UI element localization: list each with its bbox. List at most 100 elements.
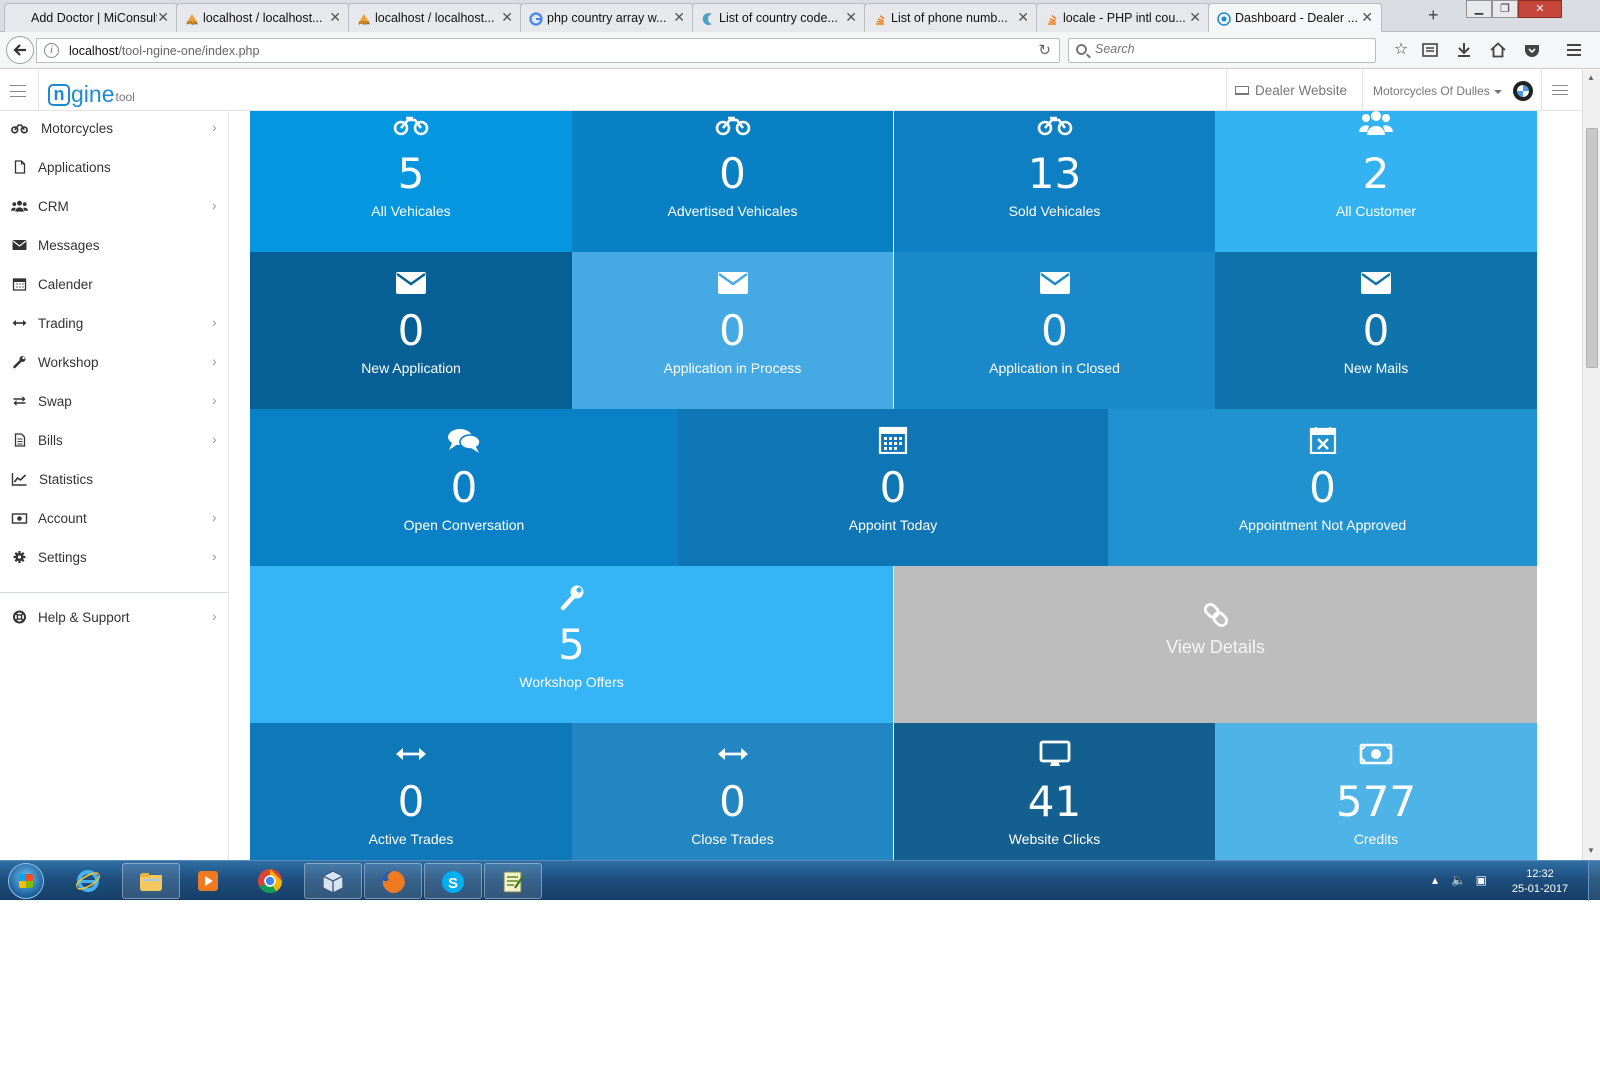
sidebar-item-account[interactable]: Account › (0, 499, 229, 538)
tab-favicon-icon (13, 12, 27, 26)
taskbar-editor[interactable] (484, 863, 542, 899)
sidebar-item-settings[interactable]: Settings › (0, 538, 229, 577)
search-bar[interactable] (1068, 38, 1376, 63)
browser-tab[interactable]: Add Doctor | MiConsulti... ✕ (4, 3, 178, 32)
taskbar-firefox[interactable] (364, 863, 422, 899)
sidebar-item-workshop[interactable]: Workshop › (0, 343, 229, 382)
chevron-right-icon: › (212, 353, 217, 369)
home-icon[interactable] (1490, 42, 1506, 58)
sidebar-item-crm[interactable]: CRM › (0, 187, 229, 226)
tile-new-mails[interactable]: 0 New Mails (1215, 252, 1537, 409)
browser-tab[interactable]: PMA localhost / localhost... ✕ (348, 3, 522, 32)
taskbar-skype[interactable]: S (424, 863, 482, 899)
browser-menu-icon[interactable] (1566, 42, 1582, 58)
tile-appoint-today[interactable]: 0 Appoint Today (678, 409, 1108, 566)
arrows-h-icon (12, 320, 27, 326)
sidebar-item-statistics[interactable]: Statistics (0, 460, 229, 499)
tile-workshop-offers[interactable]: 5 Workshop Offers (250, 566, 893, 723)
back-button[interactable] (6, 36, 34, 64)
close-tab-icon[interactable]: ✕ (1189, 9, 1201, 26)
tab-title: locale - PHP intl cou... (1063, 11, 1186, 25)
scrollbar-thumb[interactable] (1586, 128, 1598, 368)
sidebar-item-help-support[interactable]: Help & Support › (0, 598, 229, 637)
gear-icon (13, 551, 26, 563)
tile-active-trades[interactable]: 0 Active Trades (250, 723, 572, 860)
close-tab-icon[interactable]: ✕ (1361, 9, 1373, 26)
sidebar-item-bills[interactable]: Bills › (0, 421, 229, 460)
pocket-icon[interactable] (1524, 42, 1540, 58)
taskbar-media-player[interactable] (180, 863, 238, 899)
tile-credits[interactable]: 577 Credits (1215, 723, 1537, 860)
chevron-right-icon: › (212, 431, 217, 447)
url-text[interactable]: localhost/tool-ngine-one/index.php (69, 44, 259, 58)
sidebar-item-label: Bills (38, 433, 63, 448)
dealer-selector[interactable]: Motorcycles Of Dulles (1373, 84, 1502, 98)
url-bar[interactable]: i localhost/tool-ngine-one/index.php ↻ (36, 38, 1060, 63)
dealer-website-link[interactable]: Dealer Website (1235, 83, 1347, 98)
page-scrollbar[interactable]: ▲ ▼ (1582, 70, 1600, 860)
motorcycle-icon (715, 116, 750, 136)
volume-icon[interactable]: 🔈 (1451, 873, 1466, 887)
network-icon[interactable]: ▣ (1476, 873, 1487, 887)
sidebar-item-messages[interactable]: Messages (0, 226, 229, 265)
tray-expand-icon[interactable]: ▴ (1432, 873, 1438, 887)
tile-appointment-not-approved[interactable]: 0 Appointment Not Approved (1108, 409, 1537, 566)
tile-value: 0 (719, 149, 746, 198)
minimize-window-button[interactable]: ▁ (1466, 0, 1492, 18)
system-tray[interactable]: ▴ 🔈 ▣ (1432, 873, 1487, 887)
close-tab-icon[interactable]: ✕ (845, 9, 857, 26)
close-tab-icon[interactable]: ✕ (673, 9, 685, 26)
sidebar-item-motorcycles[interactable]: Motorcycles › (0, 109, 229, 148)
tile-sold-vehicales[interactable]: 13 Sold Vehicales (894, 111, 1215, 252)
restore-window-button[interactable]: ❐ (1492, 0, 1518, 18)
close-tab-icon[interactable]: ✕ (501, 9, 513, 26)
show-desktop-button[interactable] (1588, 861, 1600, 901)
right-panel-toggle-icon[interactable] (1552, 85, 1568, 95)
bookmark-star-icon[interactable]: ☆ (1390, 39, 1412, 59)
close-tab-icon[interactable]: ✕ (329, 9, 341, 26)
clock-date: 25-01-2017 (1511, 883, 1569, 895)
start-button[interactable] (8, 863, 44, 899)
reading-list-icon[interactable] (1422, 42, 1438, 58)
close-tab-icon[interactable]: ✕ (1017, 9, 1029, 26)
scroll-up-icon[interactable]: ▲ (1587, 73, 1595, 82)
tile-application-in-closed[interactable]: 0 Application in Closed (894, 252, 1215, 409)
scroll-down-icon[interactable]: ▼ (1587, 846, 1595, 855)
new-tab-button[interactable]: + (1428, 5, 1439, 26)
taskbar-virtualbox[interactable] (304, 863, 362, 899)
tile-all-vehicales[interactable]: 5 All Vehicales (250, 111, 572, 252)
tile-open-conversation[interactable]: 0 Open Conversation (250, 409, 678, 566)
taskbar-explorer[interactable] (122, 863, 180, 899)
close-window-button[interactable]: ✕ (1518, 0, 1562, 18)
sidebar-item-applications[interactable]: Applications (0, 148, 229, 187)
close-tab-icon[interactable]: ✕ (157, 9, 169, 26)
download-icon[interactable] (1456, 42, 1472, 58)
browser-tab[interactable]: PMA localhost / localhost... ✕ (176, 3, 350, 32)
sidebar-item-calender[interactable]: Calender (0, 265, 229, 304)
tile-application-in-process[interactable]: 0 Application in Process (572, 252, 893, 409)
taskbar-clock[interactable]: 12:32 25-01-2017 (1500, 867, 1580, 897)
bmw-logo-icon[interactable] (1513, 81, 1533, 101)
tile-advertised-vehicales[interactable]: 0 Advertised Vehicales (572, 111, 893, 252)
taskbar-ie[interactable] (60, 863, 118, 899)
sidebar-item-swap[interactable]: Swap › (0, 382, 229, 421)
app-logo[interactable]: n gine tool (48, 76, 135, 106)
tile-close-trades[interactable]: 0 Close Trades (572, 723, 893, 860)
comments-icon (448, 429, 481, 453)
search-input[interactable] (1095, 42, 1365, 56)
browser-tab[interactable]: locale - PHP intl cou... ✕ (1036, 3, 1210, 32)
sidebar-toggle-icon[interactable] (10, 85, 26, 97)
browser-tab-active[interactable]: Dashboard - Dealer ... ✕ (1208, 3, 1382, 33)
browser-tab[interactable]: List of phone numb... ✕ (864, 3, 1038, 32)
tile-all-customer[interactable]: 2 All Customer (1215, 111, 1537, 252)
sidebar-item-trading[interactable]: Trading › (0, 304, 229, 343)
view-details-button[interactable]: View Details (894, 566, 1537, 723)
browser-tab[interactable]: php country array w... ✕ (520, 3, 694, 32)
taskbar-chrome[interactable] (242, 863, 300, 899)
browser-tab-strip: Add Doctor | MiConsulti... ✕ PMA localho… (0, 0, 1600, 33)
site-info-icon[interactable]: i (44, 43, 59, 58)
reload-icon[interactable]: ↻ (1038, 41, 1051, 59)
tile-new-application[interactable]: 0 New Application (250, 252, 572, 409)
tile-website-clicks[interactable]: 41 Website Clicks (894, 723, 1215, 860)
browser-tab[interactable]: List of country code... ✕ (692, 3, 866, 32)
